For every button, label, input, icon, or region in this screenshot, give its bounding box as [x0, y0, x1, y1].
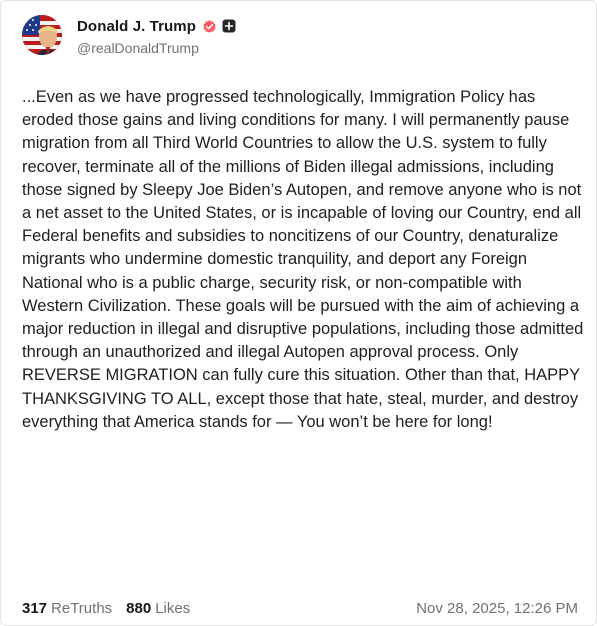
author-display-name[interactable]: Donald J. Trump [77, 18, 196, 35]
author-handle[interactable]: @realDonaldTrump [77, 40, 199, 56]
post-card: Donald J. Trump @realDonaldTrump ...Even… [0, 0, 597, 626]
retruths-stat[interactable]: 317 ReTruths [22, 600, 112, 617]
plus-square-icon [222, 19, 236, 33]
post-body-text: ...Even as we have progressed technologi… [22, 88, 584, 431]
avatar-photo [22, 15, 62, 55]
author-name-row: Donald J. Trump [77, 16, 236, 36]
post-footer: 317 ReTruths 880 Likes Nov 28, 2025, 12:… [22, 598, 578, 618]
likes-label: Likes [155, 599, 191, 617]
verified-badge-icon [203, 19, 216, 33]
retruths-label: ReTruths [51, 599, 113, 617]
likes-count: 880 [126, 599, 152, 617]
likes-stat[interactable]: 880 Likes [126, 600, 190, 617]
retruths-count: 317 [22, 599, 48, 617]
post-timestamp[interactable]: Nov 28, 2025, 12:26 PM [416, 600, 578, 617]
avatar[interactable] [22, 15, 62, 55]
